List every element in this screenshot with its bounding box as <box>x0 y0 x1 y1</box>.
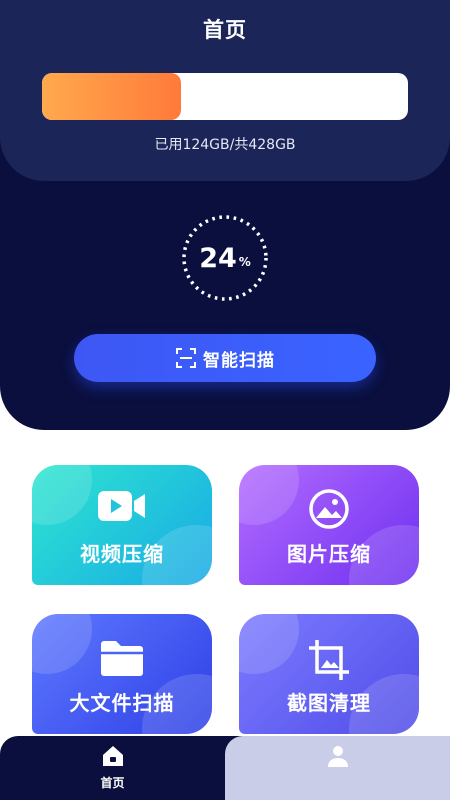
page-title: 首页 <box>203 18 247 42</box>
image-icon <box>309 489 349 529</box>
home-icon <box>102 746 123 766</box>
decor-bubble <box>32 614 92 674</box>
video-compress-label: 视频压缩 <box>80 542 164 566</box>
nav-item-home[interactable]: 首页 <box>0 736 225 800</box>
storage-card: 首页 已用124GB/共428GB <box>0 0 450 181</box>
video-camera-icon <box>98 491 145 521</box>
storage-usage-text: 已用124GB/共428GB <box>154 137 296 153</box>
large-file-scan-label: 大文件扫描 <box>69 691 175 715</box>
smart-scan-label: 智能扫描 <box>203 350 275 371</box>
decor-bubble <box>239 614 299 674</box>
storage-progress-bar <box>42 73 408 120</box>
image-compress-label: 图片压缩 <box>287 542 371 566</box>
large-file-scan-tile[interactable]: 大文件扫描 <box>32 614 212 734</box>
screenshot-clean-tile[interactable]: 截图清理 <box>239 614 419 734</box>
smart-scan-button[interactable]: 智能扫描 <box>74 334 376 382</box>
folder-icon <box>101 641 143 676</box>
scan-icon <box>176 348 196 368</box>
screenshot-clean-label: 截图清理 <box>287 691 371 715</box>
bottom-nav: 首页 <box>0 736 450 800</box>
usage-gauge: 24 % <box>179 212 271 304</box>
nav-item-profile[interactable] <box>225 736 450 800</box>
gauge-value: 24 % <box>179 212 271 304</box>
image-compress-tile[interactable]: 图片压缩 <box>239 465 419 585</box>
storage-progress-fill <box>42 73 182 120</box>
decor-bubble <box>239 465 299 525</box>
hero-panel: 首页 已用124GB/共428GB 24 % 智能扫描 <box>0 0 450 430</box>
nav-item-home-label: 首页 <box>100 776 125 790</box>
video-compress-tile[interactable]: 视频压缩 <box>32 465 212 585</box>
decor-bubble <box>32 465 92 525</box>
gauge-unit: % <box>238 255 251 269</box>
crop-image-icon <box>309 640 349 680</box>
gauge-number: 24 <box>199 242 237 274</box>
user-icon <box>327 746 348 767</box>
